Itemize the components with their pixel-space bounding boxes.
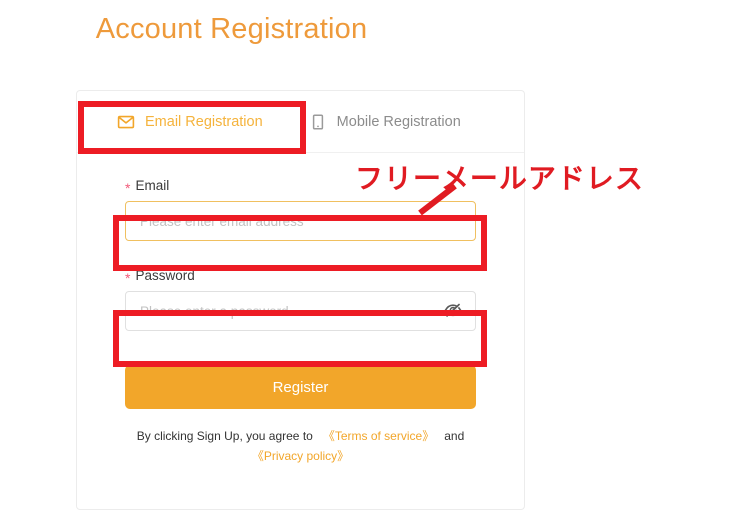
password-field-group: * Password bbox=[125, 269, 476, 331]
tab-mobile-registration-label: Mobile Registration bbox=[336, 114, 461, 130]
page-title: Account Registration bbox=[95, 13, 368, 45]
register-button[interactable]: Register bbox=[125, 365, 476, 409]
envelope-icon bbox=[117, 113, 135, 131]
email-input-wrapper[interactable] bbox=[125, 201, 476, 241]
terms-of-service-link[interactable]: 《Terms of service》 bbox=[323, 429, 434, 443]
required-asterisk: * bbox=[125, 270, 131, 286]
password-input[interactable] bbox=[126, 292, 475, 330]
tab-active-underline bbox=[101, 150, 297, 153]
form-spacer bbox=[125, 241, 476, 269]
required-asterisk: * bbox=[125, 180, 131, 196]
privacy-policy-link[interactable]: 《Privacy policy》 bbox=[252, 449, 349, 463]
email-field-label: * Email bbox=[125, 178, 476, 196]
registration-form: * Email * Password bbox=[77, 153, 524, 467]
tab-email-registration[interactable]: Email Registration bbox=[101, 91, 297, 153]
terms-conjunction: and bbox=[444, 429, 465, 443]
password-input-wrapper[interactable] bbox=[125, 291, 476, 331]
eye-slash-icon bbox=[443, 300, 463, 323]
terms-agreement-text: By clicking Sign Up, you agree to 《Terms… bbox=[125, 427, 476, 467]
terms-prefix: By clicking Sign Up, you agree to bbox=[136, 429, 313, 443]
tab-mobile-registration[interactable]: Mobile Registration bbox=[297, 91, 461, 153]
password-label-text: Password bbox=[135, 268, 195, 284]
tab-email-registration-label: Email Registration bbox=[145, 114, 263, 130]
password-visibility-toggle[interactable] bbox=[443, 301, 463, 321]
email-field-group: * Email bbox=[125, 179, 476, 241]
registration-card: Email Registration Mobile Registration *… bbox=[76, 90, 525, 510]
email-label-text: Email bbox=[135, 178, 170, 194]
mobile-phone-icon bbox=[309, 113, 327, 131]
tab-bar: Email Registration Mobile Registration bbox=[77, 91, 524, 153]
email-input[interactable] bbox=[126, 202, 475, 240]
password-field-label: * Password bbox=[125, 268, 476, 286]
